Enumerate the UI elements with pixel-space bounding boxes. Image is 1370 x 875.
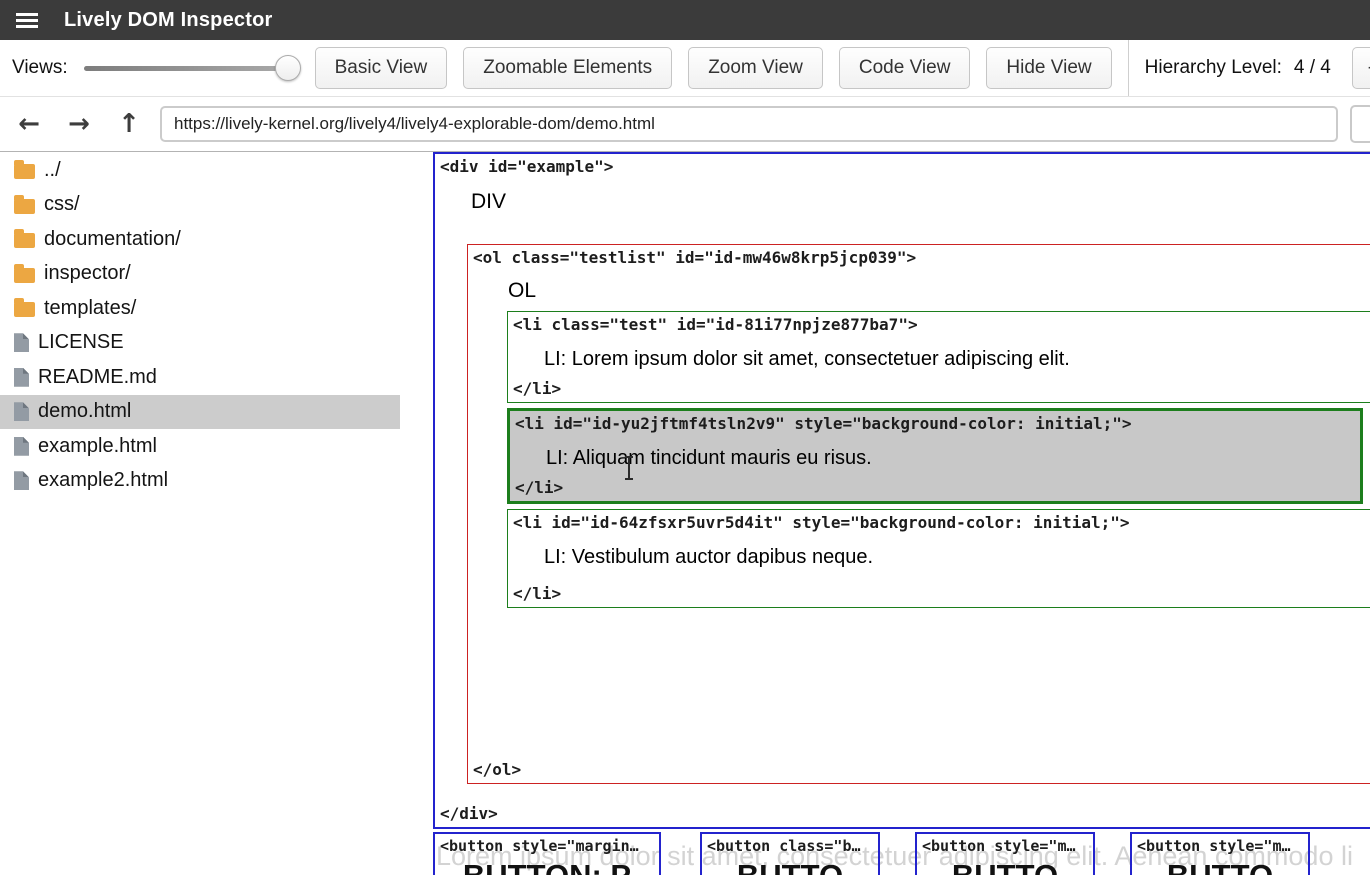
folder-icon [14, 164, 35, 179]
div-label: DIV [471, 190, 506, 214]
li-open-tag: <li id="id-yu2jftmf4tsln2v9" style="back… [515, 414, 1132, 433]
dom-box-li-3[interactable]: <li id="id-64zfsxr5uvr5d4it" style="back… [507, 509, 1370, 608]
dom-box-button-3[interactable]: <button style="m… BUTTO [915, 832, 1095, 875]
up-arrow-icon[interactable]: ↑ [110, 105, 148, 143]
basic-view-button[interactable]: Basic View [315, 47, 448, 89]
ol-open-tag: <ol class="testlist" id="id-mw46w8krp5jc… [473, 248, 916, 267]
button-open-tag: <button class="b… [707, 837, 861, 855]
button-open-tag: <button style="m… [1137, 837, 1291, 855]
file-item-label: documentation/ [44, 228, 181, 251]
li-text: LI: Aliquam tincidunt mauris eu risus. [546, 447, 872, 470]
file-item-license[interactable]: LICENSE [0, 326, 400, 361]
ol-label: OL [508, 279, 536, 303]
dom-box-ol[interactable]: <ol class="testlist" id="id-mw46w8krp5jc… [467, 244, 1370, 784]
window-title: Lively DOM Inspector [64, 9, 273, 32]
zoomable-elements-button[interactable]: Zoomable Elements [463, 47, 672, 89]
file-icon [14, 333, 29, 352]
file-item-label: README.md [38, 366, 157, 389]
lively-dom-inspector-window: Lively DOM Inspector Views: Basic View Z… [0, 0, 1370, 875]
back-arrow-icon[interactable]: ← [10, 105, 48, 143]
file-item-css[interactable]: css/ [0, 188, 400, 223]
file-item-label: example.html [38, 435, 157, 458]
file-item-parent-dir[interactable]: ../ [0, 153, 400, 188]
li-open-tag: <li class="test" id="id-81i77npjze877ba7… [513, 315, 918, 334]
dom-box-button-1[interactable]: <button style="margin… BUTTON: P [433, 832, 661, 875]
file-icon [14, 402, 29, 421]
url-input[interactable] [160, 106, 1338, 142]
views-slider-track[interactable] [84, 66, 299, 71]
hamburger-menu-icon[interactable] [16, 13, 38, 28]
views-label: Views: [12, 57, 68, 79]
dom-box-button-4[interactable]: <button style="m… BUTTO [1130, 832, 1310, 875]
file-item-demo-html[interactable]: demo.html [0, 395, 400, 430]
li-close-tag: </li> [513, 379, 561, 398]
file-item-label: templates/ [44, 297, 136, 320]
file-item-label: ../ [44, 159, 61, 182]
file-icon [14, 368, 29, 387]
file-item-label: css/ [44, 193, 80, 216]
forward-arrow-icon[interactable]: → [60, 105, 98, 143]
dom-visualization: Lorem ipsum dolor sit amet, consectetuer… [430, 152, 1370, 875]
button-open-tag: <button style="margin… [440, 837, 639, 855]
file-icon [14, 471, 29, 490]
navigation-bar: ← → ↑ [0, 97, 1370, 152]
content-area: ../ css/ documentation/ inspector/ templ… [0, 152, 1370, 875]
li-text: LI: Lorem ipsum dolor sit amet, consecte… [544, 348, 1070, 371]
file-item-example2-html[interactable]: example2.html [0, 464, 400, 499]
file-item-label: LICENSE [38, 331, 124, 354]
hierarchy-level-value: 4 / 4 [1294, 57, 1331, 79]
li-text: LI: Vestibulum auctor dapibus neque. [544, 546, 873, 569]
folder-icon [14, 233, 35, 248]
button-open-tag: <button style="m… [922, 837, 1076, 855]
file-browser: ../ css/ documentation/ inspector/ templ… [0, 152, 430, 875]
dom-box-li-2-highlighted[interactable]: <li id="id-yu2jftmf4tsln2v9" style="back… [507, 408, 1363, 504]
folder-icon [14, 199, 35, 214]
li-close-tag: </li> [513, 584, 561, 603]
ol-close-tag: </ol> [473, 760, 521, 779]
code-view-button[interactable]: Code View [839, 47, 971, 89]
views-toolbar: Views: Basic View Zoomable Elements Zoom… [0, 40, 1370, 97]
dom-box-button-2[interactable]: <button class="b… BUTTO [700, 832, 880, 875]
zoom-view-button[interactable]: Zoom View [688, 47, 823, 89]
folder-icon [14, 268, 35, 283]
file-item-templates[interactable]: templates/ [0, 291, 400, 326]
hide-view-button[interactable]: Hide View [986, 47, 1111, 89]
li-open-tag: <li id="id-64zfsxr5uvr5d4it" style="back… [513, 513, 1130, 532]
titlebar: Lively DOM Inspector [0, 0, 1370, 40]
file-item-label: demo.html [38, 400, 131, 423]
button-text: BUTTO [1132, 858, 1308, 875]
views-slider-thumb[interactable] [275, 55, 301, 81]
file-icon [14, 437, 29, 456]
file-item-inspector[interactable]: inspector/ [0, 257, 400, 292]
div-close-tag: </div> [440, 804, 498, 823]
hierarchy-decrease-button[interactable]: − [1352, 47, 1370, 89]
div-open-tag: <div id="example"> [440, 157, 613, 176]
file-item-label: example2.html [38, 469, 168, 492]
button-text: BUTTO [702, 858, 878, 875]
hierarchy-level-label: Hierarchy Level: [1145, 57, 1282, 79]
folder-icon [14, 302, 35, 317]
file-item-label: inspector/ [44, 262, 131, 285]
file-item-example-html[interactable]: example.html [0, 429, 400, 464]
file-item-readme[interactable]: README.md [0, 360, 400, 395]
text-cursor-icon [628, 457, 630, 479]
file-item-documentation[interactable]: documentation/ [0, 222, 400, 257]
dom-box-div[interactable]: <div id="example"> DIV <ol class="testli… [433, 152, 1370, 829]
button-text: BUTTON: P [435, 858, 659, 875]
toolbar-divider [1128, 40, 1129, 96]
li-close-tag: </li> [515, 478, 563, 497]
button-text: BUTTO [917, 858, 1093, 875]
views-slider[interactable] [84, 54, 299, 82]
dom-box-li-1[interactable]: <li class="test" id="id-81i77npjze877ba7… [507, 311, 1370, 403]
nav-edge-control[interactable] [1350, 105, 1370, 143]
